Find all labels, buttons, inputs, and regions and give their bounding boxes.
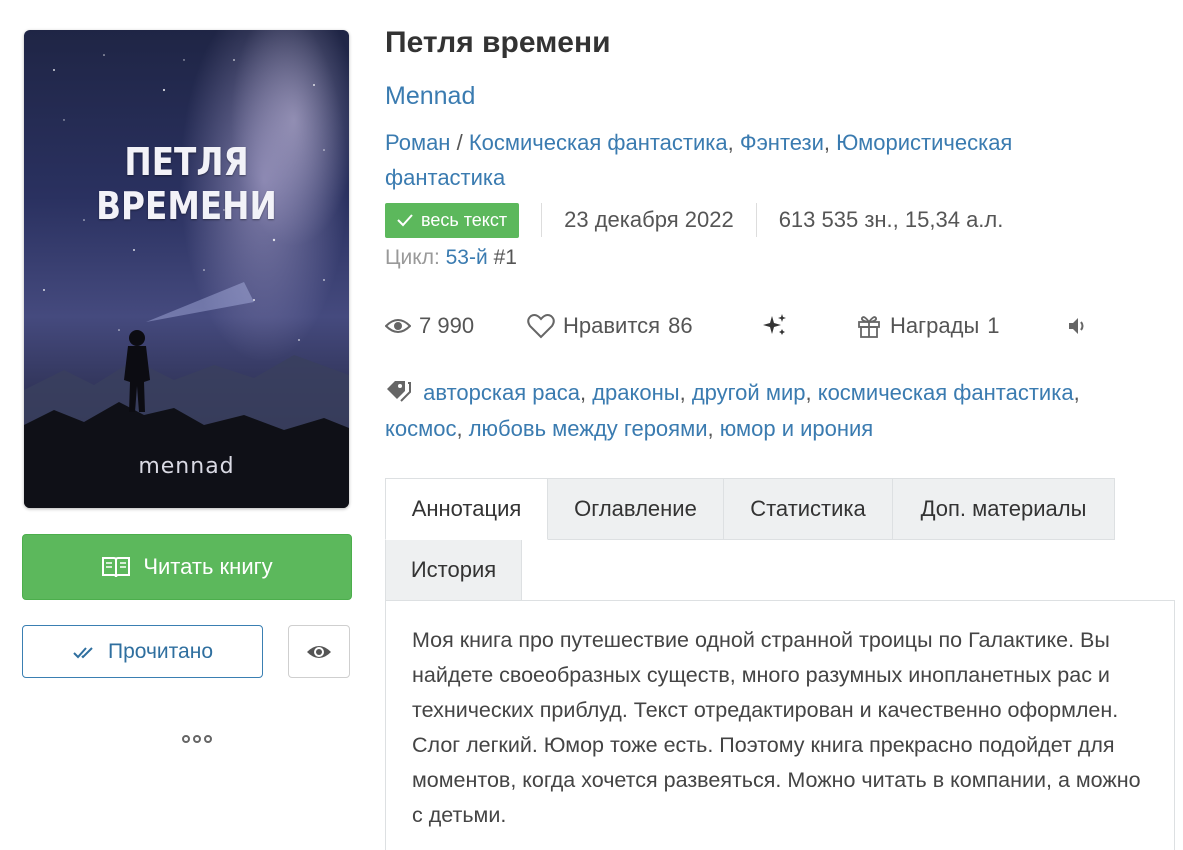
cover-illustration [24,54,349,508]
read-book-button[interactable]: Читать книгу [22,534,352,600]
publish-date: 23 декабря 2022 [564,207,734,232]
open-book-icon [102,557,131,578]
cover-author: mennad [138,454,235,479]
annotation-text: Моя книга про путешествие одной странной… [412,628,1141,827]
tab-statistics[interactable]: Статистика [723,478,893,540]
status-badge: весь текст [385,202,520,238]
double-check-icon [73,646,93,658]
sparkles-icon [763,314,786,335]
form-link[interactable]: Роман [385,130,450,155]
mark-read-button[interactable]: Прочитано [22,625,263,678]
genre-line: Роман / Космическая фантастика, Фэнтези,… [385,130,1013,190]
book-title: Петля времени [385,26,611,59]
genre-link-space-fiction[interactable]: Космическая фантастика [469,130,728,155]
audio-button[interactable] [1066,308,1090,344]
genre-link-fantasy[interactable]: Фэнтези [740,130,824,155]
status-badge-label: весь текст [421,209,508,230]
author-link[interactable]: Mennad [385,82,475,111]
heart-icon [527,314,555,339]
speaker-icon [1069,318,1084,334]
divider [755,203,757,237]
tags-line: авторская раса, драконы, другой мир, кос… [385,380,1080,441]
views-count: 7 990 [419,313,475,338]
cycle-number: #1 [493,246,517,269]
tab-history[interactable]: История [385,539,522,601]
read-book-label: Читать книгу [143,554,273,579]
check-icon [397,214,413,227]
tag-link[interactable]: другой мир [692,380,806,405]
tag-link[interactable]: авторская раса [423,380,580,405]
cycle-label: Цикл: [385,246,440,269]
genre-separator: / [456,130,463,155]
tag-link[interactable]: космос [385,416,456,441]
book-cover[interactable]: ПЕТЛЯ ВРЕМЕНИ mennad [24,30,349,508]
cover-title: ПЕТЛЯ ВРЕМЕНИ [96,140,277,228]
watch-button[interactable] [288,625,350,678]
mark-read-label: Прочитано [108,639,213,663]
tag-link[interactable]: юмор и ирония [720,416,873,441]
gift-icon [858,316,880,338]
tag-link[interactable]: драконы [592,380,679,405]
views-stat: 7 990 [385,308,474,344]
tags-icon [387,381,411,402]
sparkles-button[interactable] [761,308,789,344]
cycle-line: Цикл: 53-й #1 [385,246,517,270]
cycle-link[interactable]: 53-й [446,246,488,269]
meta-row: весь текст 23 декабря 2022 613 535 зн., … [385,202,1003,238]
eye-icon [307,645,331,658]
tab-contents[interactable]: Оглавление [547,478,724,540]
tag-link[interactable]: космическая фантастика [818,380,1074,405]
tab-extra-materials[interactable]: Доп. материалы [892,478,1115,540]
more-options-icon[interactable] [180,732,214,746]
like-button[interactable]: Нравится 86 [527,308,693,344]
annotation-panel: Моя книга про путешествие одной странной… [385,600,1175,850]
likes-label: Нравится [563,313,661,338]
awards-label: Награды [890,313,980,338]
likes-count: 86 [668,313,693,338]
eye-icon [385,319,411,333]
awards-count: 1 [987,313,1000,338]
tag-link[interactable]: любовь между героями [469,416,708,441]
tab-annotation[interactable]: Аннотация [385,478,548,540]
book-size: 613 535 зн., 15,34 а.л. [778,207,1004,232]
divider [541,203,543,237]
awards-button[interactable]: Награды 1 [856,308,1000,344]
